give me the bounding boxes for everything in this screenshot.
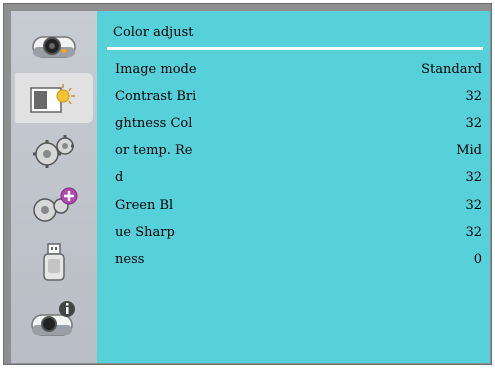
image-adjust-icon xyxy=(30,84,75,113)
menu-row-label: Green Bl xyxy=(115,198,174,213)
menu-row-red[interactable]: d 32 xyxy=(115,170,485,192)
menu-row-value: 32 xyxy=(465,170,482,185)
menu-row-contrast[interactable]: Contrast Bri 32 xyxy=(115,89,485,111)
settings-gears-icon xyxy=(33,135,74,168)
page-title: Color adjust xyxy=(113,25,194,40)
title-divider xyxy=(107,47,483,50)
menu-row-image-mode[interactable]: Image mode Standard xyxy=(115,62,485,84)
menu-row-label: Image mode xyxy=(115,62,197,77)
menu-row-green[interactable]: Green Bl 32 xyxy=(115,198,485,220)
color-adjust-panel: Color adjust Image mode Standard Contras… xyxy=(97,11,490,363)
sidebar-item-usb[interactable] xyxy=(15,237,93,287)
menu-row-value: Standard xyxy=(421,62,482,77)
menu-row-label: d xyxy=(115,170,124,185)
sidebar-item-expanded[interactable] xyxy=(15,181,93,231)
sidebar-item-picture[interactable] xyxy=(15,19,93,69)
menu-sidebar xyxy=(11,11,97,363)
info-projector-icon xyxy=(31,301,75,336)
sidebar-item-image-adjust[interactable] xyxy=(15,73,93,123)
menu-row-value: 32 xyxy=(465,116,482,131)
sidebar-item-setting[interactable] xyxy=(15,127,93,177)
sidebar-item-information[interactable] xyxy=(15,293,93,343)
menu-row-value: 0 xyxy=(473,252,482,267)
menu-row-sharpness[interactable]: ness 0 xyxy=(115,252,485,274)
menu-row-label: ness xyxy=(115,252,145,267)
menu-row-brightness[interactable]: ghtness Col 32 xyxy=(115,116,485,138)
menu-row-label: ghtness Col xyxy=(115,116,193,131)
menu-row-color-temp[interactable]: or temp. Re Mid xyxy=(115,143,485,165)
menu-row-value: 32 xyxy=(465,198,482,213)
menu-row-label: or temp. Re xyxy=(115,143,193,158)
menu-row-value: 32 xyxy=(465,89,482,104)
menu-row-label: ue Sharp xyxy=(115,225,175,240)
menu-row-value: 32 xyxy=(465,225,482,240)
usb-icon xyxy=(43,243,65,281)
projector-icon xyxy=(32,36,76,58)
menu-row-label: Contrast Bri xyxy=(115,89,197,104)
menu-row-blue[interactable]: ue Sharp 32 xyxy=(115,225,485,247)
extended-settings-icon xyxy=(33,187,78,222)
menu-row-value: Mid xyxy=(456,143,482,158)
